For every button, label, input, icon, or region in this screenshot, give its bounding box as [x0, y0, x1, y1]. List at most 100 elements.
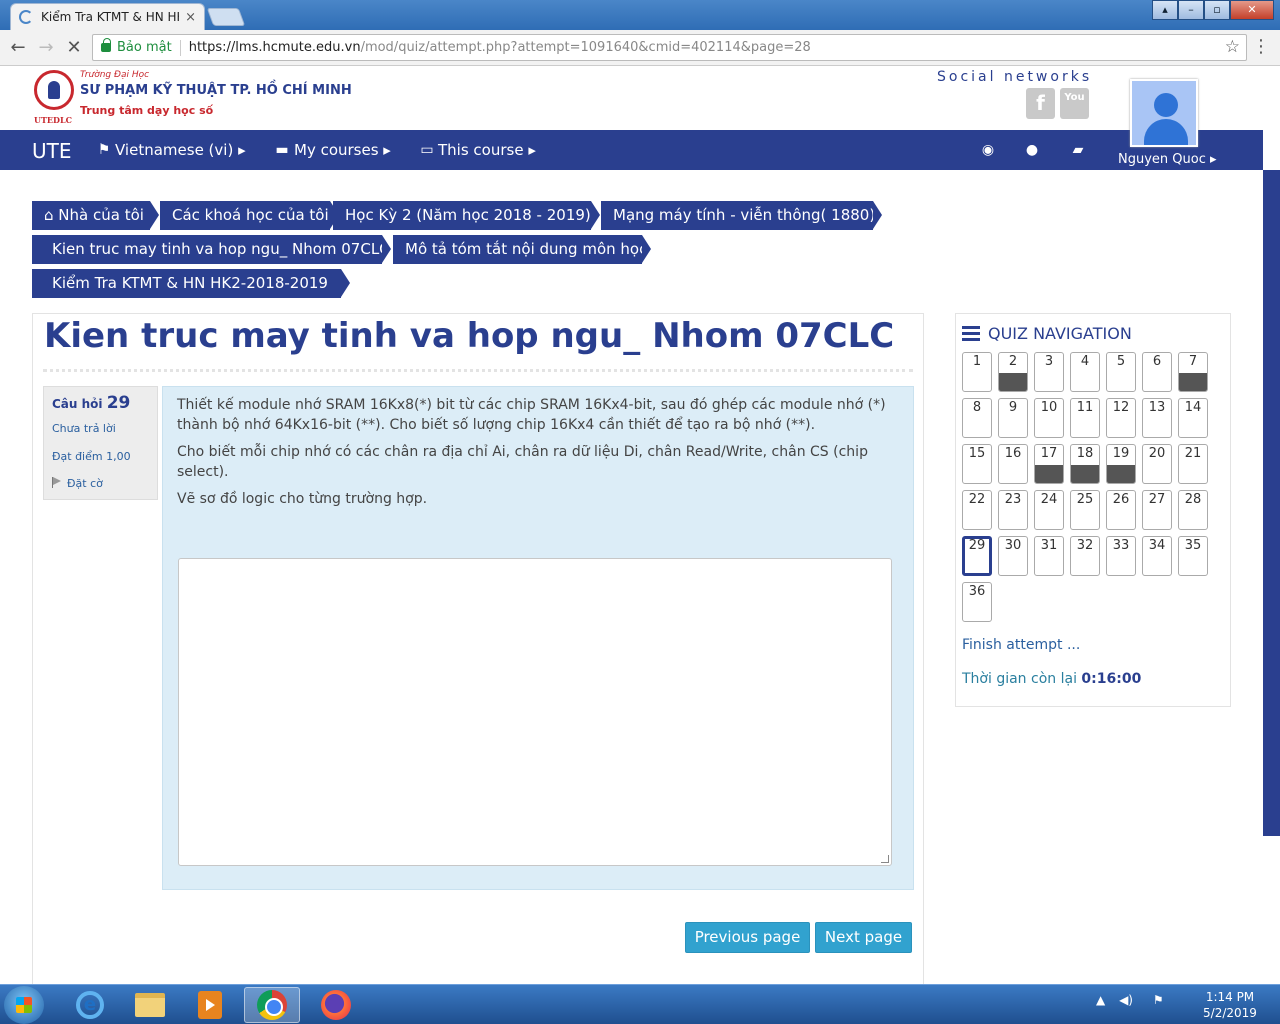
question-info: Câu hỏi 29 Chưa trả lời Đạt điểm 1,00 Đặ… [43, 386, 158, 500]
clock-date: 5/2/2019 [1203, 1006, 1257, 1020]
quiz-nav-button-16[interactable]: 16 [998, 444, 1028, 484]
quiz-nav-button-11[interactable]: 11 [1070, 398, 1100, 438]
quiz-nav-button-26[interactable]: 26 [1106, 490, 1136, 530]
quiz-nav-button-6[interactable]: 6 [1142, 352, 1172, 392]
volume-icon[interactable]: ◀) [1119, 993, 1133, 1007]
secure-label: Bảo mật [117, 40, 172, 55]
quiz-nav-button-22[interactable]: 22 [962, 490, 992, 530]
quiz-nav-button-36[interactable]: 36 [962, 582, 992, 622]
scrollbar-thumb[interactable] [1263, 170, 1280, 836]
quiz-nav-button-20[interactable]: 20 [1142, 444, 1172, 484]
new-tab-button[interactable] [206, 8, 246, 26]
quiz-nav-button-5[interactable]: 5 [1106, 352, 1136, 392]
forward-icon[interactable]: → [34, 36, 58, 60]
quiz-nav-button-25[interactable]: 25 [1070, 490, 1100, 530]
browser-menu-icon[interactable]: ⋮ [1252, 36, 1270, 57]
my-courses-menu[interactable]: My courses ▸ [294, 141, 391, 159]
address-bar: ← → ✕ Bảo mật https://lms.hcmute.edu.vn … [0, 30, 1280, 66]
breadcrumb-course[interactable]: Kien truc may tinh va hop ngu_ Nhom 07CL… [32, 235, 391, 264]
firefox-icon[interactable] [308, 987, 364, 1023]
site-header: UTEDLC Trường Đại Học SƯ PHẠM KỸ THUẬT T… [0, 66, 1270, 147]
quiz-nav-button-1[interactable]: 1 [962, 352, 992, 392]
logo-line1: Trường Đại Học [80, 70, 150, 80]
scrollbar[interactable] [1263, 66, 1280, 984]
user-menu[interactable]: Nguyen Quoc ▸ [1118, 152, 1217, 167]
action-center-icon[interactable]: ⚑ [1153, 993, 1164, 1007]
university-logo-icon[interactable] [34, 70, 74, 110]
question-paragraph: Cho biết mỗi chip nhớ có các chân ra địa… [177, 444, 868, 480]
quiz-nav-button-17[interactable]: 17 [1034, 444, 1064, 484]
quiz-nav-button-2[interactable]: 2 [998, 352, 1028, 392]
browser-tab[interactable]: Kiểm Tra KTMT & HN HK × [10, 3, 205, 30]
media-player-icon[interactable] [182, 987, 238, 1023]
quiz-nav-button-23[interactable]: 23 [998, 490, 1028, 530]
breadcrumb-my-courses[interactable]: Các khoá học của tôi [160, 201, 339, 230]
message-icon[interactable]: ▰ [1070, 142, 1086, 158]
youtube-icon[interactable]: You [1060, 88, 1089, 119]
breadcrumb-section[interactable]: Mô tả tóm tắt nội dung môn học [393, 235, 651, 264]
finish-attempt-link[interactable]: Finish attempt ... [962, 637, 1080, 653]
quiz-nav-button-31[interactable]: 31 [1034, 536, 1064, 576]
quiz-nav-button-27[interactable]: 27 [1142, 490, 1172, 530]
logo-badge: UTEDLC [34, 115, 72, 125]
quiz-nav-button-4[interactable]: 4 [1070, 352, 1100, 392]
previous-page-button[interactable]: Previous page [685, 922, 810, 953]
quiz-nav-button-34[interactable]: 34 [1142, 536, 1172, 576]
timer-icon[interactable]: ◉ [980, 142, 996, 158]
window-controls: ▴ – ▫ ✕ [1152, 0, 1274, 20]
quiz-nav-button-10[interactable]: 10 [1034, 398, 1064, 438]
avatar[interactable] [1130, 79, 1198, 147]
quiz-nav-button-24[interactable]: 24 [1034, 490, 1064, 530]
quiz-nav-button-3[interactable]: 3 [1034, 352, 1064, 392]
quiz-nav-button-14[interactable]: 14 [1178, 398, 1208, 438]
quiz-nav-button-21[interactable]: 21 [1178, 444, 1208, 484]
breadcrumb-category[interactable]: Mạng máy tính - viễn thông( 1880) [601, 201, 882, 230]
minimize-icon[interactable]: – [1178, 0, 1204, 20]
answer-textarea[interactable] [178, 558, 892, 866]
breadcrumb-semester[interactable]: Học Kỳ 2 (Năm học 2018 - 2019) [333, 201, 600, 230]
quiz-nav-button-35[interactable]: 35 [1178, 536, 1208, 576]
user-icon[interactable]: ▴ [1152, 0, 1178, 20]
quiz-nav-button-12[interactable]: 12 [1106, 398, 1136, 438]
quiz-nav-button-32[interactable]: 32 [1070, 536, 1100, 576]
back-icon[interactable]: ← [6, 36, 30, 60]
question-state: Chưa trả lời [52, 422, 116, 435]
quiz-nav-button-9[interactable]: 9 [998, 398, 1028, 438]
close-window-icon[interactable]: ✕ [1230, 0, 1274, 20]
breadcrumb-home[interactable]: ⌂ Nhà của tôi [32, 201, 159, 230]
loading-icon [19, 10, 33, 24]
language-menu[interactable]: Vietnamese (vi) ▸ [115, 141, 246, 159]
quiz-nav-button-15[interactable]: 15 [962, 444, 992, 484]
quiz-nav-button-30[interactable]: 30 [998, 536, 1028, 576]
start-button[interactable] [4, 986, 44, 1024]
quiz-nav-button-29[interactable]: 29 [962, 536, 992, 576]
quiz-nav-button-33[interactable]: 33 [1106, 536, 1136, 576]
book-icon: ▭ [420, 142, 434, 158]
quiz-nav-button-18[interactable]: 18 [1070, 444, 1100, 484]
flag-question-link[interactable]: Đặt cờ [52, 477, 103, 490]
maximize-icon[interactable]: ▫ [1204, 0, 1230, 20]
quiz-nav-button-19[interactable]: 19 [1106, 444, 1136, 484]
next-page-button[interactable]: Next page [815, 922, 912, 953]
tab-close-icon[interactable]: × [185, 10, 196, 25]
url-input[interactable]: Bảo mật https://lms.hcmute.edu.vn /mod/q… [92, 34, 1247, 61]
clock[interactable]: 1:14 PM 5/2/2019 [1200, 989, 1260, 1021]
stop-icon[interactable]: ✕ [62, 36, 86, 60]
notification-bell-icon[interactable]: ● [1024, 142, 1040, 158]
url-host: https://lms.hcmute.edu.vn [188, 40, 361, 55]
page-title: Kien truc may tinh va hop ngu_ Nhom 07CL… [44, 316, 895, 356]
chrome-icon[interactable] [244, 987, 300, 1023]
quiz-nav-button-13[interactable]: 13 [1142, 398, 1172, 438]
breadcrumb-quiz[interactable]: Kiểm Tra KTMT & HN HK2-2018-2019 [32, 269, 350, 298]
internet-explorer-icon[interactable]: e [62, 987, 118, 1023]
this-course-menu[interactable]: This course ▸ [438, 141, 536, 159]
quiz-nav-button-7[interactable]: 7 [1178, 352, 1208, 392]
file-explorer-icon[interactable] [122, 987, 178, 1023]
question-paragraph: Thiết kế module nhớ SRAM 16Kx8(*) bit từ… [177, 397, 886, 433]
quiz-nav-button-8[interactable]: 8 [962, 398, 992, 438]
brand-link[interactable]: UTE [32, 139, 72, 163]
quiz-nav-button-28[interactable]: 28 [1178, 490, 1208, 530]
show-hidden-icons-icon[interactable]: ▲ [1096, 993, 1105, 1007]
bookmark-star-icon[interactable]: ☆ [1225, 37, 1240, 57]
facebook-icon[interactable]: f [1026, 88, 1055, 119]
